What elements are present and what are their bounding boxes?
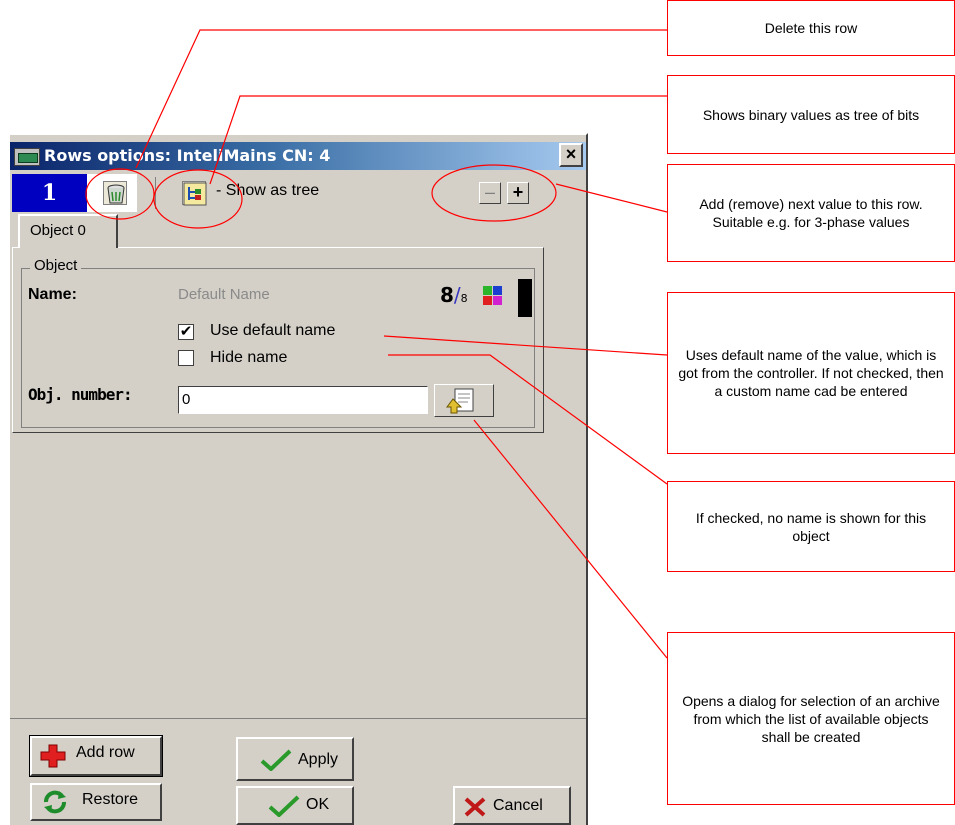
- leader-hide-name: [388, 354, 668, 485]
- plus-minus-highlight: [431, 164, 557, 222]
- leader-binary-tree: [209, 95, 667, 185]
- tree-highlight: [153, 169, 243, 229]
- annotation-delete-row: Delete this row: [667, 0, 955, 56]
- annotation-archive-dialog: Opens a dialog for selection of an archi…: [667, 632, 955, 805]
- delete-row-highlight: [85, 168, 155, 220]
- leader-add-remove: [555, 183, 668, 213]
- annotation-add-remove: Add (remove) next value to this row. Sui…: [667, 164, 955, 262]
- leader-delete-row: [135, 29, 667, 169]
- leader-use-default-name: [383, 335, 668, 356]
- leader-archive: [473, 419, 668, 659]
- annotation-hide-name: If checked, no name is shown for this ob…: [667, 481, 955, 572]
- annotation-use-default-name: Uses default name of the value, which is…: [667, 292, 955, 454]
- annotation-binary-tree: Shows binary values as tree of bits: [667, 75, 955, 154]
